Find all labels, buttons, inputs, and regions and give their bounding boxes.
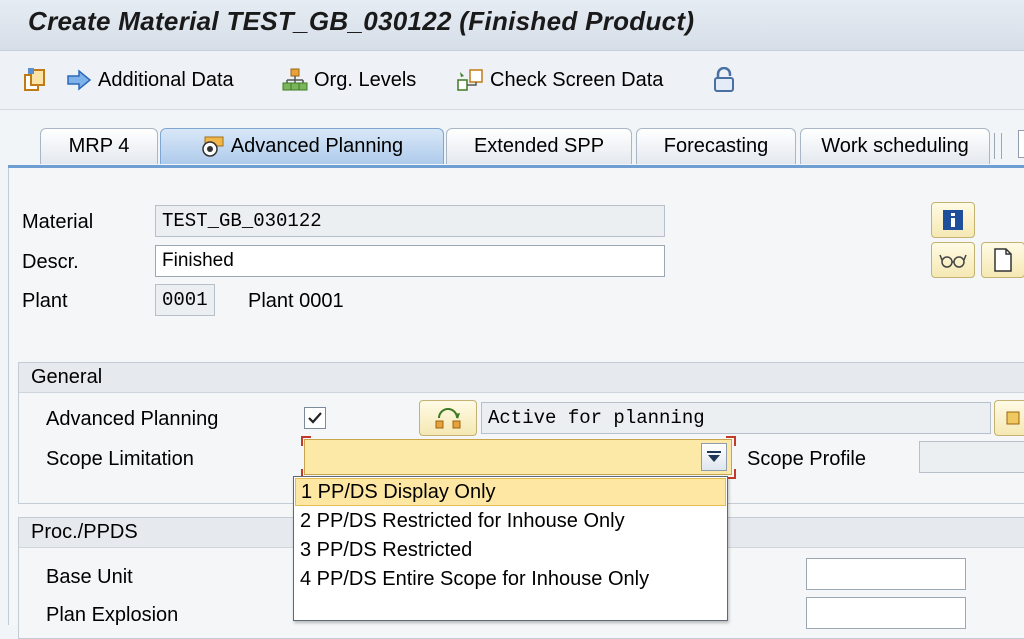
tab-forecasting-label: Forecasting: [663, 135, 769, 157]
proc-ppds-field-2[interactable]: [806, 597, 966, 629]
scope-option-4[interactable]: 4 PP/DS Entire Scope for Inhouse Only: [295, 565, 726, 593]
scope-profile-label: Scope Profile: [747, 448, 866, 470]
check-screen-icon: [457, 69, 483, 91]
org-tree-icon: [282, 68, 308, 91]
scope-limitation-select[interactable]: [304, 439, 732, 475]
planning-status-button[interactable]: [419, 400, 477, 436]
lock-button[interactable]: [712, 66, 742, 94]
focus-corner-tl: [301, 436, 311, 446]
additional-data-label: Additional Data: [98, 68, 234, 91]
glasses-icon: [939, 254, 967, 268]
planning-extra-button[interactable]: [994, 400, 1024, 436]
material-label: Material: [22, 211, 94, 233]
general-title-text: General: [31, 366, 103, 388]
window-title: Create Material TEST_GB_030122 (Finished…: [28, 6, 695, 36]
tab-work-scheduling-label: Work scheduling: [821, 135, 969, 157]
scope-profile-field[interactable]: [919, 441, 1024, 473]
planning-status-field: Active for planning: [481, 402, 991, 434]
planning-cycle-icon: [435, 408, 461, 429]
advanced-planning-icon: [202, 136, 224, 157]
tab-list-button[interactable]: [1018, 130, 1024, 158]
descr-label: Descr.: [22, 251, 79, 273]
proc-ppds-field-1[interactable]: [806, 558, 966, 590]
checkmark-icon: [308, 412, 322, 424]
scope-limitation-label: Scope Limitation: [46, 448, 194, 470]
general-group-title: General: [19, 363, 1024, 393]
planning-extra-icon: [1006, 411, 1020, 425]
scope-dropdown-button[interactable]: [701, 443, 727, 471]
scope-option-1[interactable]: 1 PP/DS Display Only: [295, 478, 726, 506]
tab-work-scheduling[interactable]: Work scheduling: [800, 128, 990, 164]
new-document-button[interactable]: [981, 242, 1024, 278]
tab-mrp-4[interactable]: MRP 4: [40, 128, 158, 164]
other-material-button[interactable]: [22, 66, 54, 94]
plant-field[interactable]: 0001: [155, 284, 215, 316]
org-levels-label: Org. Levels: [314, 68, 417, 91]
copy-doc-icon: [24, 68, 45, 91]
tab-scroll-separator: [994, 133, 1002, 159]
document-icon: [994, 248, 1012, 272]
arrow-right-icon: [67, 69, 92, 91]
scope-limitation-dropdown-list: 1 PP/DS Display Only 2 PP/DS Restricted …: [293, 476, 728, 621]
check-screen-data-label: Check Screen Data: [490, 68, 664, 91]
plan-explosion-label: Plan Explosion: [46, 604, 179, 626]
info-button[interactable]: [931, 202, 975, 238]
proc-ppds-title-text: Proc./PPDS: [31, 521, 138, 543]
scope-option-2[interactable]: 2 PP/DS Restricted for Inhouse Only: [295, 507, 726, 535]
focus-corner-tr: [726, 436, 736, 446]
tab-advanced-planning[interactable]: Advanced Planning: [160, 128, 444, 164]
advanced-planning-checkbox[interactable]: [304, 407, 326, 429]
tab-mrp-4-label: MRP 4: [68, 135, 130, 157]
advanced-planning-label: Advanced Planning: [46, 408, 219, 430]
lock-icon: [714, 67, 734, 92]
base-unit-label: Base Unit: [46, 566, 133, 588]
display-glasses-button[interactable]: [931, 242, 975, 278]
scope-option-3[interactable]: 3 PP/DS Restricted: [295, 536, 726, 564]
tab-forecasting[interactable]: Forecasting: [636, 128, 796, 164]
tab-advanced-planning-label: Advanced Planning: [230, 135, 404, 157]
org-levels-button[interactable]: Org. Levels: [282, 66, 416, 94]
additional-data-button[interactable]: Additional Data: [66, 66, 234, 94]
plant-label: Plant: [22, 290, 68, 312]
check-screen-data-button[interactable]: Check Screen Data: [456, 66, 663, 94]
chevron-down-icon: [707, 451, 721, 462]
tab-extended-spp-label: Extended SPP: [473, 135, 605, 157]
plant-name: Plant 0001: [248, 290, 344, 312]
info-icon: [943, 210, 963, 230]
description-field[interactable]: Finished: [155, 245, 665, 277]
material-field[interactable]: TEST_GB_030122: [155, 205, 665, 237]
tab-extended-spp[interactable]: Extended SPP: [446, 128, 632, 164]
